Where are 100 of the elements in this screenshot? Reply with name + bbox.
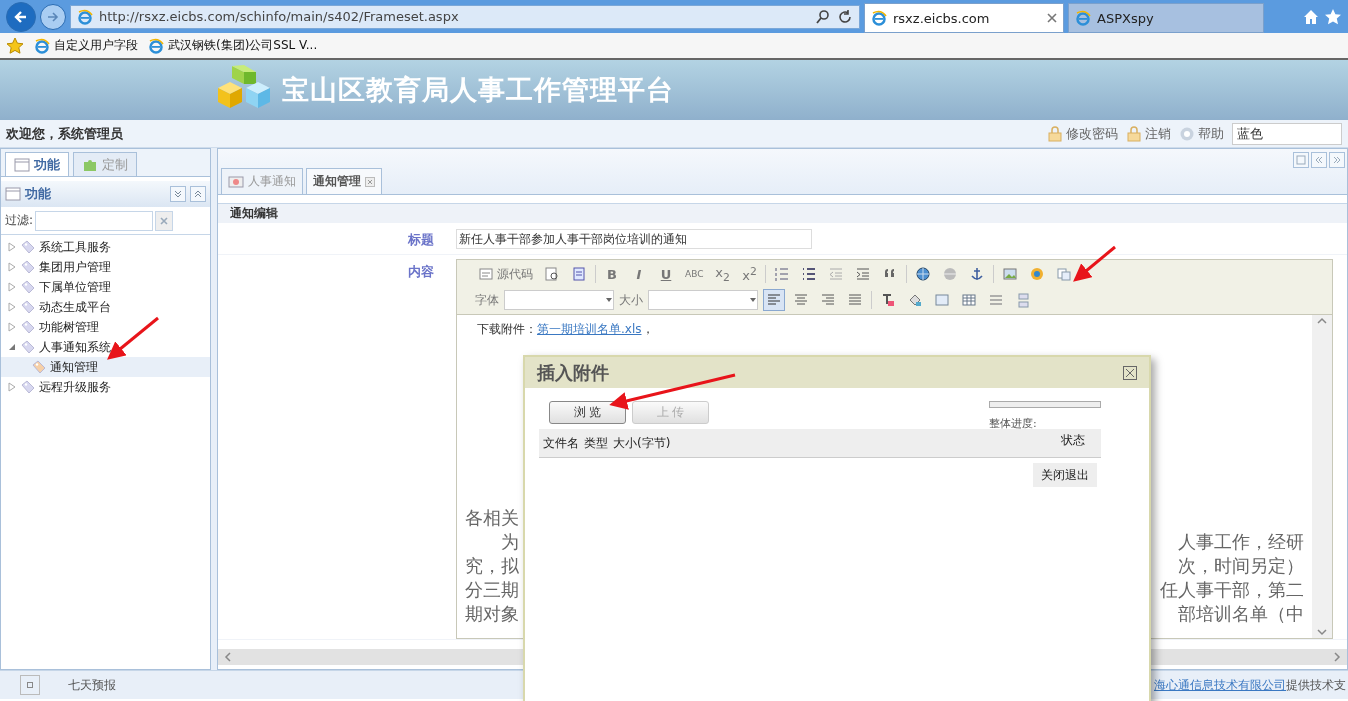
save-button[interactable] <box>1293 152 1309 168</box>
expanded-triangle-icon <box>7 342 17 352</box>
filter-field[interactable] <box>35 210 154 231</box>
browser-tab[interactable]: rsxz.eicbs.com <box>864 3 1064 33</box>
caret-icon <box>749 296 757 304</box>
browser-logo-icon <box>148 37 164 54</box>
title-field[interactable]: 新任人事干部参加人事干部岗位培训的通知 <box>456 229 812 249</box>
unlink-icon <box>942 266 959 282</box>
user-link[interactable]: 注销 <box>1126 124 1171 143</box>
favorite-link[interactable]: 自定义用户字段 <box>34 37 138 54</box>
tag-icon <box>20 259 36 275</box>
size-select[interactable] <box>648 290 758 310</box>
browser-tab[interactable]: ASPXspy <box>1068 3 1264 33</box>
close-icon <box>1047 13 1057 23</box>
format-button[interactable]: x$^{2}$ <box>738 263 761 285</box>
attachment-link[interactable]: 第一期培训名单.xls <box>537 322 642 336</box>
sidebar-tab[interactable]: 功能 <box>5 152 69 176</box>
scroll-left-button[interactable] <box>1311 152 1327 168</box>
format-button[interactable]: U <box>655 263 677 285</box>
format-button[interactable]: ABC <box>682 263 707 285</box>
copy-icon <box>1056 266 1073 282</box>
fill-color-icon <box>907 292 923 308</box>
body-text: 部培训名单（中 <box>1178 602 1304 626</box>
tag-icon <box>20 319 36 335</box>
numbered-list-icon <box>774 266 791 282</box>
address-bar[interactable]: http://rsxz.eicbs.com/schinfo/main/s402/Frameset.aspx <box>70 4 860 29</box>
font-select[interactable] <box>504 290 614 310</box>
horizontal-rule-icon <box>988 292 1004 308</box>
theme-select[interactable]: 蓝色 <box>1232 122 1342 145</box>
expand-all-button[interactable] <box>190 186 206 202</box>
format-button[interactable]: I <box>628 263 650 285</box>
annotation-arrow <box>1073 245 1116 282</box>
attachment-line: 下载附件：第一期培训名单.xls， <box>476 321 655 338</box>
tree-item[interactable]: 功能树管理 <box>1 317 210 337</box>
close-icon <box>1123 365 1137 380</box>
tree-item[interactable]: 动态生成平台 <box>1 297 210 317</box>
browser-logo-icon <box>1075 10 1091 26</box>
user-link[interactable]: 帮助 <box>1179 124 1224 143</box>
align-left-icon <box>766 292 782 308</box>
close-icon[interactable] <box>365 176 375 187</box>
bullet-list-icon <box>801 266 818 282</box>
collapse-all-button[interactable] <box>170 186 186 202</box>
media-icon <box>1029 266 1046 282</box>
content-tab[interactable]: 通知管理 <box>306 168 382 194</box>
format-button[interactable]: B <box>601 263 623 285</box>
tree-item[interactable]: 远程升级服务 <box>1 377 210 397</box>
progress-label: 整体进度: <box>989 416 1038 431</box>
indent-icon <box>855 266 872 282</box>
size-label: 大小 <box>619 291 643 309</box>
favorite-link[interactable]: 武汉钢铁(集团)公司SSL V... <box>148 37 318 54</box>
back-button[interactable] <box>6 1 36 32</box>
tag-icon <box>20 279 36 295</box>
scroll-right-button[interactable] <box>1329 152 1345 168</box>
vertical-scrollbar[interactable] <box>1312 315 1332 638</box>
justify-icon <box>847 292 863 308</box>
favorites-star-icon <box>6 36 24 55</box>
tree-item[interactable]: 系统工具服务 <box>1 237 210 257</box>
anchor-icon <box>969 266 986 282</box>
double-chevron-up-icon <box>193 189 203 199</box>
help-icon <box>1179 125 1195 142</box>
close-exit-button[interactable]: 关闭退出 <box>1033 463 1097 487</box>
browser-logo-icon <box>871 10 887 26</box>
outdent-icon <box>828 266 845 282</box>
lock-icon <box>1126 125 1142 142</box>
dialog-button[interactable]: 浏 览 <box>549 401 626 424</box>
back-arrow-icon <box>13 8 29 25</box>
tree-item[interactable]: 通知管理 <box>1 357 210 377</box>
tree-item[interactable]: 下属单位管理 <box>1 277 210 297</box>
source-icon <box>478 266 494 282</box>
column-header: 状态 <box>1061 432 1085 449</box>
tag-icon <box>20 299 36 315</box>
chevron-right-icon <box>1331 651 1343 663</box>
font-label: 字体 <box>475 291 499 309</box>
user-link[interactable]: 修改密码 <box>1047 124 1118 143</box>
tree-item[interactable]: 人事通知系统 <box>1 337 210 357</box>
content-label: 内容 <box>407 263 434 281</box>
section-title: 通知编辑 <box>230 205 278 222</box>
frame-icon <box>934 292 950 308</box>
format-button[interactable]: x$_{2}$ <box>711 263 734 285</box>
source-code-button[interactable]: 源代码 <box>475 263 536 285</box>
tag-icon <box>31 359 47 375</box>
clear-filter-button[interactable] <box>155 210 174 231</box>
forward-button[interactable] <box>40 3 66 30</box>
globe-link-icon <box>915 266 932 282</box>
lock-icon <box>1047 125 1063 142</box>
caret-icon <box>605 296 613 304</box>
page-break-icon <box>1015 292 1031 308</box>
company-link[interactable]: 海心通信息技术有限公司 <box>1154 676 1286 694</box>
align-left-tool[interactable] <box>763 289 785 311</box>
tree-item[interactable]: 集团用户管理 <box>1 257 210 277</box>
window-icon <box>14 156 30 173</box>
filter-label: 过滤: <box>5 212 34 229</box>
search-icon <box>815 8 831 25</box>
app-title: 宝山区教育局人事工作管理平台 <box>282 73 674 107</box>
chevron-down-icon <box>1316 626 1328 638</box>
table-icon <box>961 292 977 308</box>
envelope-icon <box>228 173 244 190</box>
browser-logo-icon <box>77 8 93 25</box>
status-toggle[interactable] <box>20 675 40 695</box>
status-text: 七天预报 <box>68 676 116 694</box>
